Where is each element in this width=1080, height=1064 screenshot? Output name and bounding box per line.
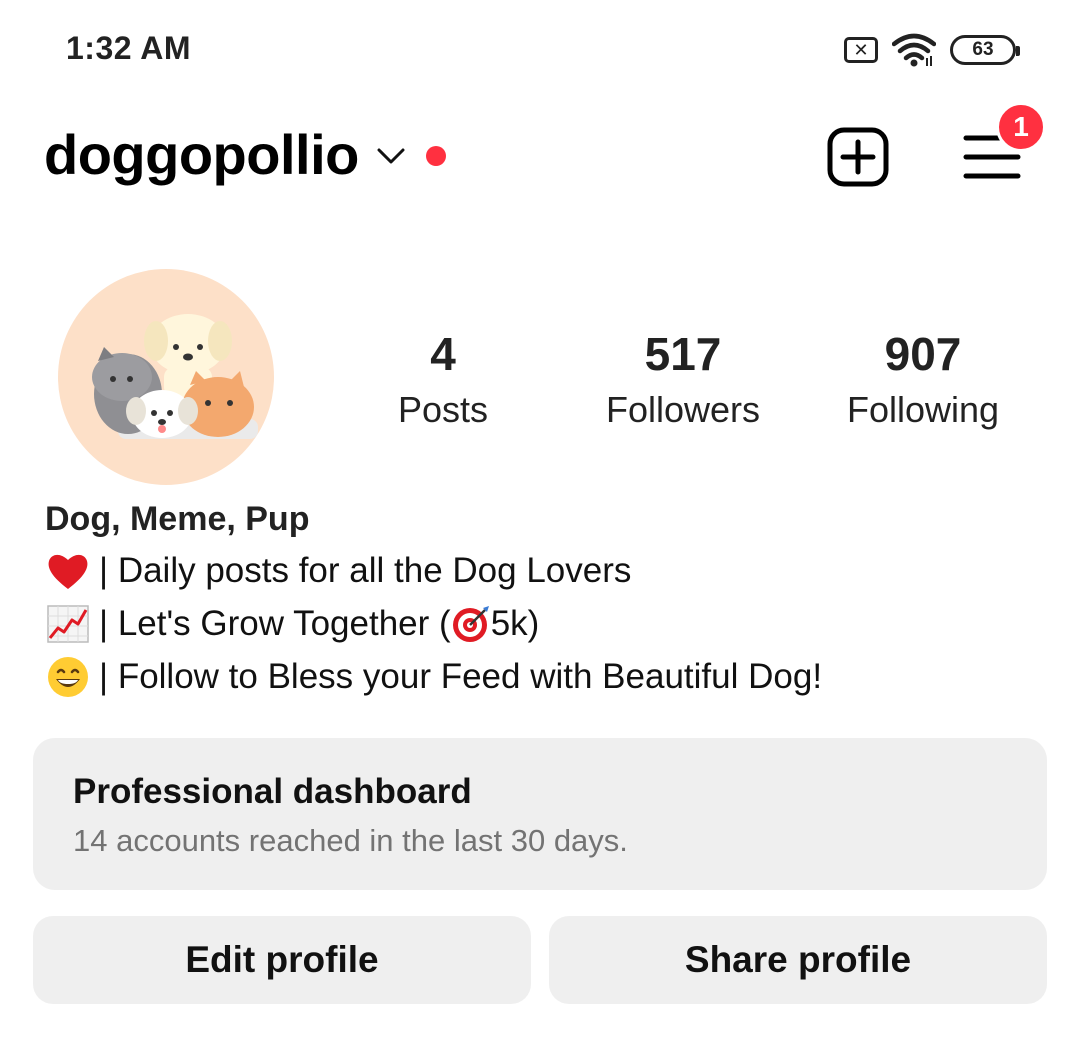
heart-emoji [45,550,91,592]
wifi-icon [892,33,936,67]
bio-name: Dog, Meme, Pup [45,500,310,538]
chart-increasing-emoji [45,603,91,645]
share-profile-button[interactable]: Share profile [549,916,1047,1004]
bio-line: | Let's Grow Together ( 5k) [45,603,539,645]
stat-following[interactable]: 907 Following [803,326,1043,438]
stat-posts[interactable]: 4 Posts [323,326,563,438]
status-icons: ✕ 63 [844,30,1020,70]
status-time: 1:32 AM [66,30,192,66]
bio-text: | Follow to Bless your Feed with Beautif… [99,657,823,696]
dashboard-subtitle: 14 accounts reached in the last 30 days. [73,823,628,858]
stat-value: 907 [884,328,962,380]
bio-text: 5k) [490,604,540,643]
bio-text: | Daily posts for all the Dog Lovers [99,551,632,590]
stat-value: 517 [644,328,722,380]
bio-line: | Daily posts for all the Dog Lovers [45,550,631,592]
avatar-illustration [92,314,258,439]
menu-notification-badge: 1 [996,102,1046,152]
bio-line: | Follow to Bless your Feed with Beautif… [45,656,822,698]
chevron-down-icon[interactable] [376,146,406,166]
stat-label: Following [846,389,1000,430]
stat-value: 4 [430,328,456,380]
stat-followers[interactable]: 517 Followers [563,326,803,438]
stat-label: Followers [605,389,761,430]
battery-icon: 63 [950,35,1020,65]
profile-avatar[interactable] [58,269,274,485]
stat-label: Posts [397,389,489,430]
create-post-icon[interactable] [826,126,890,188]
dashboard-title: Professional dashboard [73,772,472,811]
sim-disabled-icon: ✕ [844,37,878,63]
account-username[interactable]: doggopollio [44,122,359,187]
target-emoji [451,604,491,644]
professional-dashboard-card[interactable] [33,738,1047,890]
grinning-face-emoji [45,656,91,698]
bio-text: | Let's Grow Together ( [99,604,451,643]
edit-profile-button[interactable]: Edit profile [33,916,531,1004]
notification-dot [426,146,446,166]
